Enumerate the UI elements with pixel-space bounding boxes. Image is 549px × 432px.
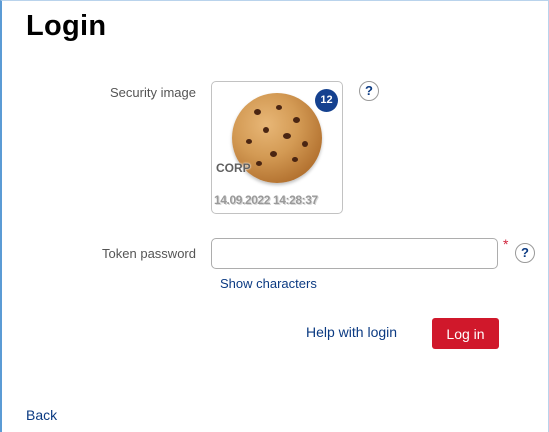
security-image-help-icon[interactable]: ?	[359, 81, 379, 101]
back-link[interactable]: Back	[26, 407, 57, 423]
token-password-label: Token password	[102, 246, 196, 261]
log-in-button[interactable]: Log in	[432, 318, 499, 349]
security-image-overlay-text: CORP	[216, 161, 251, 175]
security-image: 12 CORP 14.09.2022 14:28:37	[211, 81, 343, 214]
required-marker: *	[503, 236, 509, 252]
security-image-number-badge: 12	[315, 89, 338, 112]
help-with-login-link[interactable]: Help with login	[306, 324, 397, 340]
security-image-label: Security image	[110, 85, 196, 100]
security-image-timestamp: 14.09.2022 14:28:37	[214, 193, 318, 207]
show-characters-link[interactable]: Show characters	[220, 276, 317, 291]
token-password-input[interactable]	[211, 238, 498, 269]
login-panel	[0, 0, 549, 432]
token-password-help-icon[interactable]: ?	[515, 243, 535, 263]
page-title: Login	[26, 10, 107, 42]
